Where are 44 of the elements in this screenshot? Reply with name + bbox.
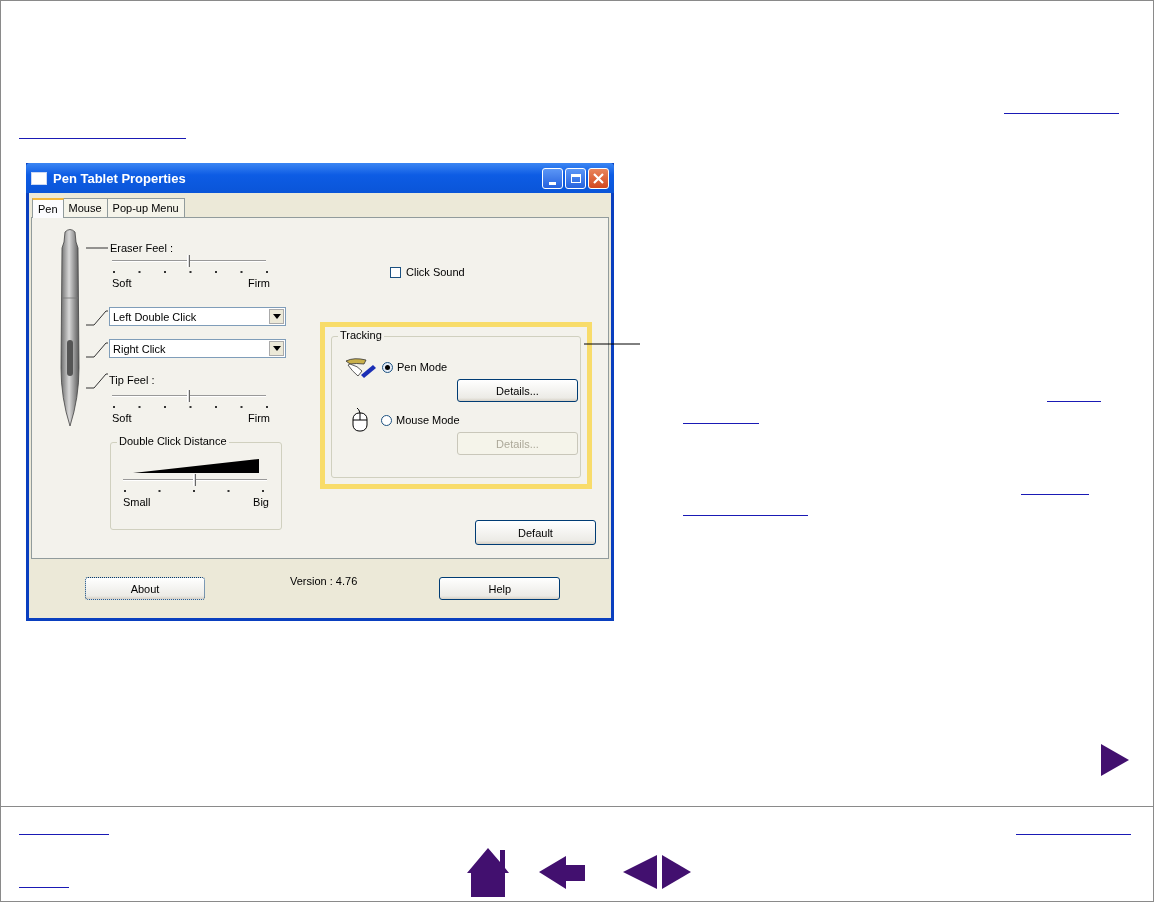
slider-thumb[interactable] xyxy=(187,390,190,402)
max-label: Big xyxy=(253,496,269,508)
connector-line xyxy=(86,308,108,326)
tab[interactable]: Pen xyxy=(32,198,64,218)
home-icon[interactable] xyxy=(466,847,510,897)
version-text: Version : 4.76 xyxy=(290,574,358,587)
checkbox[interactable] xyxy=(390,266,401,278)
next-page-icon[interactable] xyxy=(1100,743,1130,777)
tab[interactable]: Pop-up Menu xyxy=(106,198,185,217)
max-label: Firm xyxy=(248,412,270,424)
group-label: Double Click Distance xyxy=(117,435,229,447)
min-label: Small xyxy=(123,496,151,508)
default-button[interactable]: Default xyxy=(475,520,596,545)
slider-thumb[interactable] xyxy=(193,474,196,486)
next-page-icon[interactable] xyxy=(662,855,692,889)
about-button[interactable]: About xyxy=(85,577,205,600)
back-icon[interactable] xyxy=(539,855,587,889)
dropdown[interactable]: Left Double Click xyxy=(109,307,286,326)
mode-label: Mouse Mode xyxy=(396,414,460,426)
window-title: Pen Tablet Properties xyxy=(53,170,187,186)
eraser-feel-label: Eraser Feel : xyxy=(110,242,173,254)
details-button[interactable]: Details... xyxy=(457,379,578,402)
min-label: Soft xyxy=(112,277,132,289)
min-label: Soft xyxy=(112,412,132,424)
radio-button[interactable] xyxy=(382,361,393,373)
help-button[interactable]: Help xyxy=(439,577,561,600)
tab[interactable]: Mouse xyxy=(62,198,108,217)
hand-pen-icon xyxy=(344,355,378,379)
mode-label: Pen Mode xyxy=(397,361,448,373)
connector-line xyxy=(86,371,108,389)
connector-line xyxy=(86,340,108,358)
slider-thumb[interactable] xyxy=(187,255,190,267)
dropdown[interactable]: Right Click xyxy=(109,339,286,358)
tip-feel-label: Tip Feel : xyxy=(109,374,155,386)
mouse-icon xyxy=(350,407,370,433)
maximize-button[interactable] xyxy=(565,167,586,189)
group-label: Tracking xyxy=(338,329,384,341)
max-label: Firm xyxy=(248,277,270,289)
previous-page-icon[interactable] xyxy=(623,855,658,889)
connector-line xyxy=(86,246,108,250)
leader-line xyxy=(584,343,640,345)
window-icon xyxy=(31,171,47,185)
minimize-button[interactable] xyxy=(542,167,563,189)
click-sound-label: Click Sound xyxy=(406,266,465,278)
